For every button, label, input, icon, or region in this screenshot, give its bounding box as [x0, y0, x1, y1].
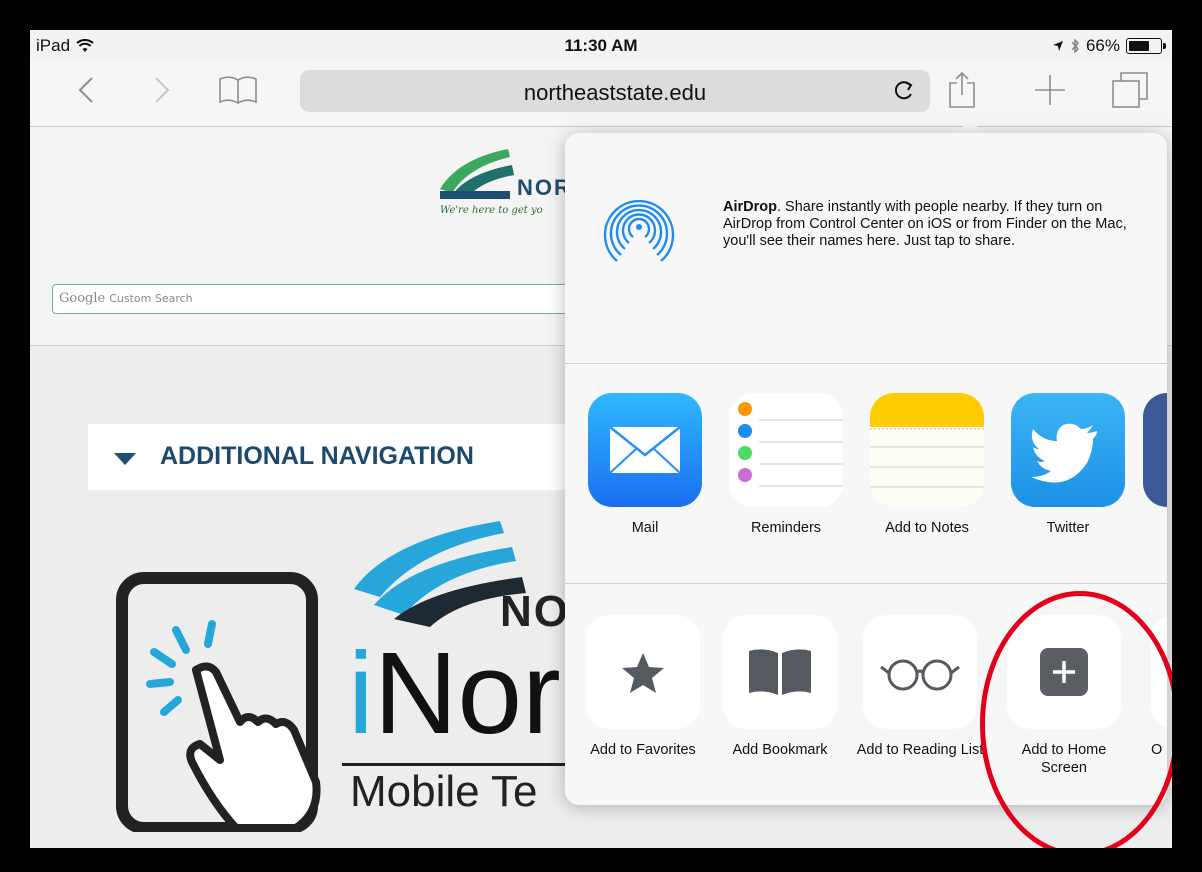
share-app-partial[interactable]: [1143, 393, 1167, 507]
tabs-button[interactable]: [1110, 70, 1150, 110]
book-outline-icon: [219, 76, 257, 104]
google-search-input[interactable]: Google Custom Search: [52, 284, 614, 314]
share-button[interactable]: [942, 70, 982, 110]
share-app-twitter[interactable]: Twitter: [1003, 393, 1133, 537]
address-bar[interactable]: northeaststate.edu: [300, 70, 930, 112]
book-icon: [723, 615, 837, 729]
chevron-right-icon: [155, 77, 170, 103]
tabs-icon: [1112, 72, 1148, 108]
battery-percent: 66%: [1085, 36, 1120, 55]
inor-letters: Nor: [373, 628, 561, 758]
forward-button[interactable]: [142, 70, 182, 110]
twitter-icon: [1011, 393, 1125, 507]
share-icon: [949, 71, 975, 108]
action-add-bookmark[interactable]: Add Bookmark: [715, 615, 845, 759]
share-app-label: Reminders: [750, 520, 822, 536]
share-app-label: Twitter: [1046, 520, 1090, 536]
status-right: 66%: [1052, 36, 1166, 56]
site-tagline: We're here to get yo: [440, 205, 543, 216]
airdrop-icon: [603, 199, 675, 267]
annotation-circle: [980, 591, 1172, 848]
mail-icon: [588, 393, 702, 507]
action-label: Add to Favorites: [590, 742, 696, 758]
plus-icon: [1035, 75, 1065, 105]
google-logo-text: Google: [59, 291, 106, 306]
share-apps-row: Mail Reminders Add to Notes Twitter: [565, 393, 1167, 584]
share-sheet-arrow: [955, 119, 985, 134]
inor-letter-i: i: [348, 628, 374, 758]
bookmarks-button[interactable]: [218, 70, 258, 110]
disclosure-triangle-icon: [114, 453, 136, 465]
reload-icon[interactable]: [890, 76, 918, 104]
status-time: 11:30 AM: [564, 36, 638, 55]
notes-icon: [870, 393, 984, 507]
share-app-label: Mail: [631, 520, 659, 536]
airdrop-section[interactable]: AirDrop. Share instantly with people nea…: [565, 133, 1167, 364]
share-app-reminders[interactable]: Reminders: [721, 393, 851, 537]
tablet-touch-illustration: [116, 572, 321, 832]
share-app-notes[interactable]: Add to Notes: [862, 393, 992, 537]
airdrop-title: AirDrop: [723, 199, 777, 215]
custom-search-text: Custom Search: [109, 292, 193, 305]
facebook-icon: [1143, 393, 1167, 507]
additional-navigation-label: ADDITIONAL NAVIGATION: [160, 442, 474, 470]
logo-wordmark: NOR: [517, 175, 572, 200]
action-label: Add Bookmark: [732, 742, 828, 758]
action-add-to-reading-list[interactable]: Add to Reading List: [855, 615, 985, 759]
action-label: Add to Reading List: [856, 742, 984, 758]
action-add-to-favorites[interactable]: Add to Favorites: [573, 615, 713, 759]
inor-wordmark: iNor: [348, 635, 561, 751]
battery-icon: [1126, 38, 1166, 54]
glasses-icon: [863, 615, 977, 729]
airdrop-text: . Share instantly with people nearby. If…: [723, 199, 1127, 249]
browser-toolbar: northeaststate.edu: [30, 60, 1172, 127]
airdrop-description: AirDrop. Share instantly with people nea…: [723, 199, 1143, 250]
mobile-technology-text: Mobile Te: [350, 767, 538, 816]
back-button[interactable]: [66, 70, 106, 110]
google-search-placeholder: Google Custom Search: [59, 291, 193, 306]
status-bar: iPad 11:30 AM 66%: [30, 30, 1172, 60]
chevron-left-icon: [78, 77, 93, 103]
bluetooth-icon: [1071, 38, 1079, 54]
star-icon: [586, 615, 700, 729]
new-tab-button[interactable]: [1030, 70, 1070, 110]
northeast-state-logo: [440, 149, 514, 199]
inor-divider: [342, 763, 602, 766]
location-icon: [1052, 41, 1063, 51]
reminders-icon: [729, 393, 843, 507]
share-app-label: Add to Notes: [885, 520, 969, 536]
additional-navigation-toggle[interactable]: ADDITIONAL NAVIGATION: [88, 424, 608, 490]
url-text: northeaststate.edu: [523, 80, 707, 105]
share-app-mail[interactable]: Mail: [580, 393, 710, 537]
ipad-screen: iPad 11:30 AM 66% northeaststate.edu NOR…: [30, 30, 1172, 848]
